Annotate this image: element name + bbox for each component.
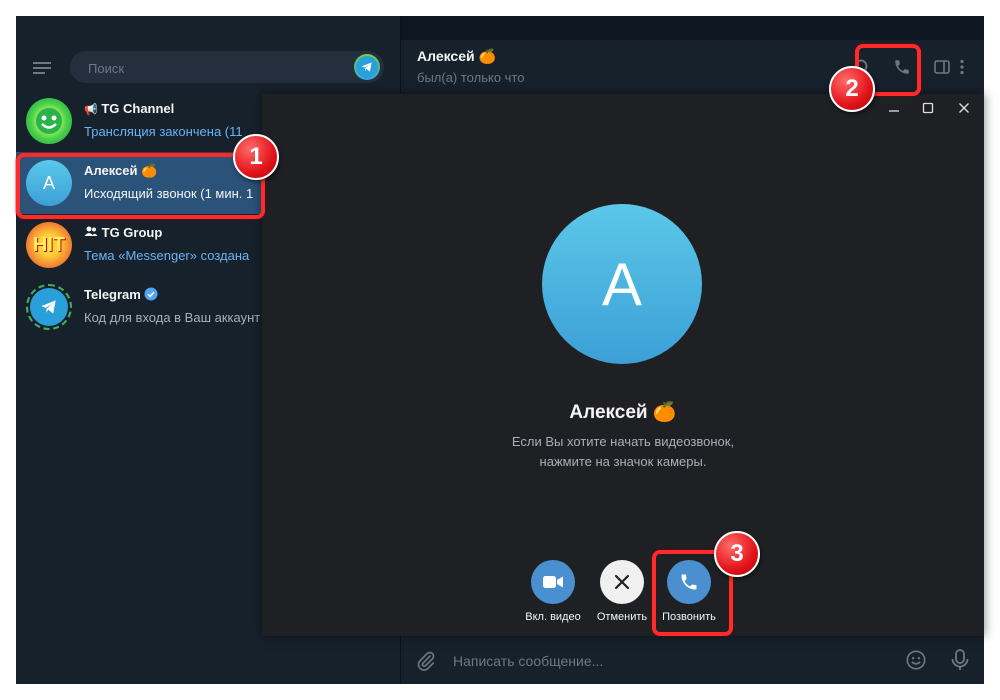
chat-header-status: был(а) только что <box>417 70 525 85</box>
hamburger-menu-button[interactable] <box>28 56 56 80</box>
avatar <box>26 98 72 144</box>
telegram-plane-icon <box>361 62 372 72</box>
call-hint-text: Если Вы хотите начать видеозвонок, нажми… <box>511 434 735 469</box>
highlight-chat-item <box>16 153 265 219</box>
minimize-icon <box>889 110 899 112</box>
search-input[interactable] <box>86 57 340 79</box>
orange-emoji-icon: 🍊 <box>478 48 496 64</box>
video-camera-icon <box>543 576 563 588</box>
close-icon <box>959 103 969 113</box>
telegram-plane-icon <box>41 300 56 314</box>
call-window-close-button[interactable] <box>946 94 982 122</box>
orange-emoji-icon: 🍊 <box>652 402 677 423</box>
call-window-maximize-button[interactable] <box>910 94 946 122</box>
chat-header-name[interactable]: Алексей 🍊 <box>417 48 496 65</box>
chat-name: Telegram <box>84 287 158 302</box>
maximize-icon <box>922 102 934 114</box>
group-icon <box>84 225 102 240</box>
hit-logo-icon: HIT <box>32 233 66 256</box>
verified-badge-icon <box>144 287 158 302</box>
chat-name: TG Group <box>84 225 162 240</box>
telegram-status-icon[interactable] <box>354 54 380 80</box>
call-avatar: А <box>542 204 702 364</box>
call-contact-name: Алексей 🍊 <box>569 402 677 423</box>
paperclip-icon <box>417 651 435 671</box>
avatar: HIT <box>26 222 72 268</box>
call-window: А Алексей 🍊 Если Вы хотите начать видеоз… <box>262 94 984 636</box>
chat-name: 📢 TG Channel <box>84 101 175 116</box>
step-badge-3: 3 <box>714 531 760 577</box>
attach-button[interactable] <box>415 650 437 677</box>
message-composer <box>401 636 984 684</box>
close-icon <box>614 574 630 590</box>
avatar <box>26 284 72 330</box>
hamburger-menu-icon <box>33 62 51 74</box>
microphone-icon <box>951 649 969 670</box>
channel-logo-icon <box>36 108 62 134</box>
search-box <box>70 51 384 83</box>
megaphone-icon: 📢 <box>84 104 98 116</box>
step-badge-2: 2 <box>829 66 875 112</box>
emoji-button[interactable] <box>905 649 927 676</box>
more-vertical-icon <box>960 59 964 75</box>
step-badge-1: 1 <box>233 134 279 180</box>
smile-icon <box>906 650 926 670</box>
message-input[interactable] <box>451 650 875 672</box>
voice-message-button[interactable] <box>949 648 971 677</box>
call-window-minimize-button[interactable] <box>876 94 912 122</box>
more-options-button[interactable] <box>949 54 975 80</box>
